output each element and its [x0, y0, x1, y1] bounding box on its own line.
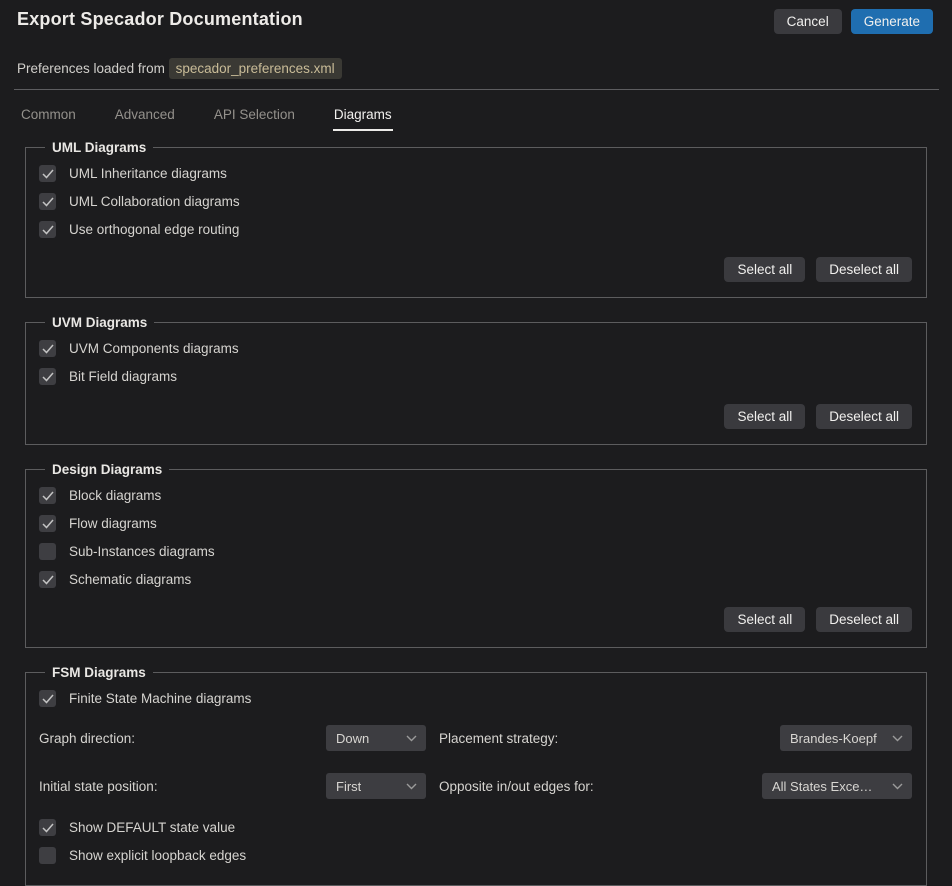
uvm-diagrams-section-title: UVM Diagrams: [45, 315, 154, 330]
checkbox-row: Show DEFAULT state value: [39, 814, 912, 842]
uml-deselect-all-button[interactable]: Deselect all: [816, 257, 912, 282]
initial-state-position-label: Initial state position:: [39, 779, 326, 794]
checkbox-row: UML Collaboration diagrams: [39, 188, 912, 216]
checkbox-label: Bit Field diagrams: [69, 369, 177, 384]
uvm-deselect-all-button[interactable]: Deselect all: [816, 404, 912, 429]
chevron-down-icon: [892, 735, 903, 742]
checkbox-label: UVM Components diagrams: [69, 341, 239, 356]
show-default-state-checkbox[interactable]: [39, 819, 56, 836]
preferences-status: Preferences loaded from specador_prefere…: [17, 61, 952, 76]
checkbox-row: UVM Components diagrams: [39, 335, 912, 363]
preferences-status-text: Preferences loaded from: [17, 61, 165, 76]
placement-strategy-label: Placement strategy:: [439, 731, 558, 746]
opposite-edges-label: Opposite in/out edges for:: [439, 779, 594, 794]
select-value: Brandes-Koepf: [790, 731, 877, 746]
section-actions: Select all Deselect all: [39, 607, 912, 632]
checkmark-icon: [42, 694, 54, 704]
uml-diagrams-section-title: UML Diagrams: [45, 140, 153, 155]
design-diagrams-section: Design Diagrams Block diagrams Flow diag…: [25, 462, 927, 648]
select-value: All States Exce…: [772, 779, 872, 794]
checkmark-icon: [42, 225, 54, 235]
checkbox-label: UML Inheritance diagrams: [69, 166, 227, 181]
checkmark-icon: [42, 519, 54, 529]
uml-collaboration-checkbox[interactable]: [39, 193, 56, 210]
schematic-diagrams-checkbox[interactable]: [39, 571, 56, 588]
dialog-actions: Cancel Generate: [774, 9, 933, 34]
uvm-select-all-button[interactable]: Select all: [724, 404, 805, 429]
tab-api-selection[interactable]: API Selection: [213, 103, 296, 131]
select-value: First: [336, 779, 361, 794]
uml-select-all-button[interactable]: Select all: [724, 257, 805, 282]
checkbox-label: Flow diagrams: [69, 516, 157, 531]
graph-direction-label: Graph direction:: [39, 731, 326, 746]
uvm-diagrams-section: UVM Diagrams UVM Components diagrams Bit…: [25, 315, 927, 445]
fsm-diagrams-section-title: FSM Diagrams: [45, 665, 153, 680]
checkbox-row: Bit Field diagrams: [39, 363, 912, 391]
show-loopback-edges-checkbox[interactable]: [39, 847, 56, 864]
orthogonal-routing-checkbox[interactable]: [39, 221, 56, 238]
section-actions: Select all Deselect all: [39, 257, 912, 282]
placement-strategy-select[interactable]: Brandes-Koepf: [780, 725, 912, 751]
chevron-down-icon: [892, 783, 903, 790]
generate-button[interactable]: Generate: [851, 9, 933, 34]
chevron-down-icon: [406, 735, 417, 742]
checkmark-icon: [42, 823, 54, 833]
field-row: Graph direction: Down Placement strategy…: [39, 725, 912, 751]
sub-instances-checkbox[interactable]: [39, 543, 56, 560]
uml-diagrams-section: UML Diagrams UML Inheritance diagrams UM…: [25, 140, 927, 298]
checkbox-label: Sub-Instances diagrams: [69, 544, 215, 559]
checkmark-icon: [42, 575, 54, 585]
checkbox-label: Use orthogonal edge routing: [69, 222, 239, 237]
checkbox-label: Show explicit loopback edges: [69, 848, 246, 863]
checkbox-row: Schematic diagrams: [39, 566, 912, 594]
tab-common[interactable]: Common: [20, 103, 77, 131]
checkmark-icon: [42, 491, 54, 501]
preferences-file-badge: specador_preferences.xml: [169, 58, 342, 79]
uvm-components-checkbox[interactable]: [39, 340, 56, 357]
cancel-button[interactable]: Cancel: [774, 9, 842, 34]
fsm-diagrams-section: FSM Diagrams Finite State Machine diagra…: [25, 665, 927, 886]
checkbox-row: Show explicit loopback edges: [39, 842, 912, 870]
checkbox-row: Use orthogonal edge routing: [39, 216, 912, 244]
checkbox-row: Finite State Machine diagrams: [39, 685, 912, 713]
opposite-edges-select[interactable]: All States Exce…: [762, 773, 912, 799]
tab-bar: Common Advanced API Selection Diagrams: [20, 90, 952, 131]
section-actions: Select all Deselect all: [39, 404, 912, 429]
graph-direction-select[interactable]: Down: [326, 725, 426, 751]
tab-diagrams[interactable]: Diagrams: [333, 103, 393, 131]
design-select-all-button[interactable]: Select all: [724, 607, 805, 632]
checkbox-label: Block diagrams: [69, 488, 161, 503]
checkbox-row: Block diagrams: [39, 482, 912, 510]
checkmark-icon: [42, 197, 54, 207]
uml-inheritance-checkbox[interactable]: [39, 165, 56, 182]
field-row: Initial state position: First Opposite i…: [39, 773, 912, 799]
block-diagrams-checkbox[interactable]: [39, 487, 56, 504]
checkbox-label: Show DEFAULT state value: [69, 820, 235, 835]
title-bar: Export Specador Documentation Cancel Gen…: [0, 0, 952, 34]
design-diagrams-section-title: Design Diagrams: [45, 462, 169, 477]
checkmark-icon: [42, 344, 54, 354]
select-value: Down: [336, 731, 369, 746]
fsm-diagrams-checkbox[interactable]: [39, 690, 56, 707]
checkmark-icon: [42, 169, 54, 179]
page-title: Export Specador Documentation: [17, 9, 303, 30]
chevron-down-icon: [406, 783, 417, 790]
flow-diagrams-checkbox[interactable]: [39, 515, 56, 532]
checkbox-label: Schematic diagrams: [69, 572, 191, 587]
design-deselect-all-button[interactable]: Deselect all: [816, 607, 912, 632]
checkmark-icon: [42, 372, 54, 382]
fsm-options: Show DEFAULT state value Show explicit l…: [39, 814, 912, 870]
checkbox-row: Flow diagrams: [39, 510, 912, 538]
checkbox-row: Sub-Instances diagrams: [39, 538, 912, 566]
checkbox-label: Finite State Machine diagrams: [69, 691, 251, 706]
checkbox-row: UML Inheritance diagrams: [39, 160, 912, 188]
initial-state-position-select[interactable]: First: [326, 773, 426, 799]
tab-advanced[interactable]: Advanced: [114, 103, 176, 131]
checkbox-label: UML Collaboration diagrams: [69, 194, 240, 209]
bit-field-checkbox[interactable]: [39, 368, 56, 385]
